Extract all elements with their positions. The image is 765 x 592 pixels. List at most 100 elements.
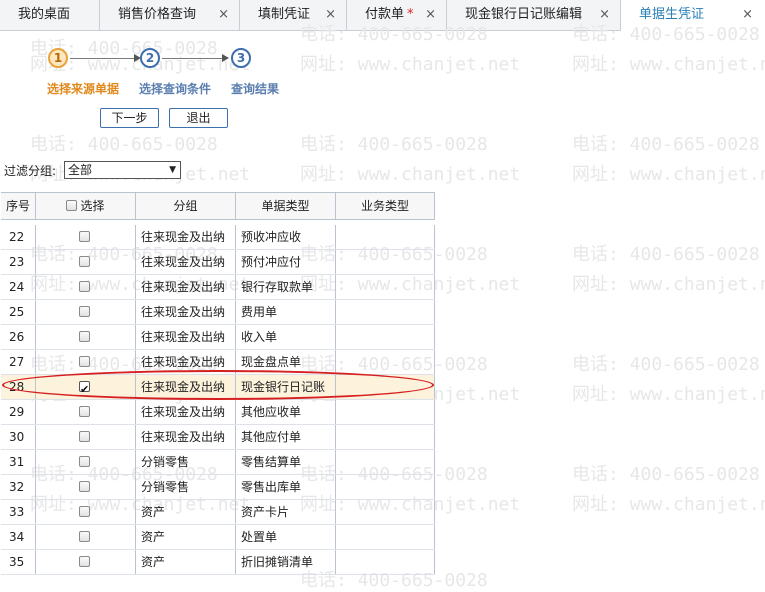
caret-down-icon: ▼ — [169, 165, 176, 175]
table-row[interactable]: 32 分销零售 零售出库单 — [1, 475, 435, 500]
tab-cash-bank-journal-edit[interactable]: 现金银行日记账编辑 × — [447, 0, 621, 30]
row-checkbox[interactable] — [79, 481, 90, 492]
header-select-label: 选择 — [80, 199, 105, 213]
select-cell — [36, 475, 136, 499]
row-doc-type: 预付冲应付 — [236, 250, 336, 274]
row-doc-type: 处置单 — [236, 525, 336, 549]
watermark-phone: 电话: 400-665-0028 — [572, 244, 760, 265]
row-checkbox[interactable] — [79, 356, 90, 367]
watermark-phone: 电话: 400-665-0028 — [572, 354, 760, 375]
tab-bar: 我的桌面 销售价格查询 × 填制凭证 × 付款单 * × 现金银行日记账编辑 × … — [0, 0, 765, 31]
step-1-indicator: 1 — [48, 48, 68, 68]
watermark-site: 网址: www.chanjet.net — [572, 164, 765, 185]
table-row[interactable]: 23 往来现金及出纳 预付冲应付 — [1, 250, 435, 275]
watermark-phone: 电话: 400-665-0028 — [300, 134, 488, 155]
row-group: 往来现金及出纳 — [136, 400, 236, 424]
row-business-type — [336, 550, 435, 574]
table-row[interactable]: 25 往来现金及出纳 费用单 — [1, 300, 435, 325]
grid-header: 序号 选择 分组 单据类型 业务类型 — [1, 192, 435, 220]
row-checkbox[interactable] — [79, 256, 90, 267]
row-group: 往来现金及出纳 — [136, 250, 236, 274]
row-number: 25 — [1, 300, 36, 324]
row-business-type — [336, 500, 435, 524]
select-cell — [36, 375, 136, 399]
next-step-button[interactable]: 下一步 — [100, 108, 159, 128]
tab-payment-slip[interactable]: 付款单 * × — [347, 0, 447, 30]
row-group: 资产 — [136, 500, 236, 524]
select-cell — [36, 350, 136, 374]
row-checkbox[interactable] — [79, 456, 90, 467]
row-number: 28 — [1, 375, 36, 399]
row-checkbox[interactable] — [79, 556, 90, 567]
row-group: 资产 — [136, 525, 236, 549]
row-group: 往来现金及出纳 — [136, 375, 236, 399]
select-cell — [36, 275, 136, 299]
tab-document-to-voucher[interactable]: 单据生凭证 × — [621, 0, 765, 31]
exit-button[interactable]: 退出 — [169, 108, 228, 128]
row-checkbox[interactable] — [79, 506, 90, 517]
table-row[interactable]: 24 往来现金及出纳 银行存取款单 — [1, 275, 435, 300]
row-business-type — [336, 400, 435, 424]
filter-group-select[interactable]: 全部 ▼ — [64, 161, 181, 179]
select-cell — [36, 425, 136, 449]
row-number: 31 — [1, 450, 36, 474]
tab-fill-voucher[interactable]: 填制凭证 × — [240, 0, 347, 30]
row-checkbox[interactable] — [79, 281, 90, 292]
table-row[interactable]: 34 资产 处置单 — [1, 525, 435, 550]
header-business-type: 业务类型 — [336, 193, 435, 219]
row-number: 33 — [1, 500, 36, 524]
close-icon[interactable]: × — [599, 0, 610, 30]
watermark-phone: 电话: 400-665-0028 — [572, 134, 760, 155]
table-row[interactable]: 33 资产 资产卡片 — [1, 500, 435, 525]
header-number: 序号 — [1, 193, 36, 219]
tab-sales-price-query[interactable]: 销售价格查询 × — [100, 0, 240, 30]
tab-label: 我的桌面 — [18, 7, 71, 22]
row-doc-type: 收入单 — [236, 325, 336, 349]
table-row[interactable]: 27 往来现金及出纳 现金盘点单 — [1, 350, 435, 375]
row-business-type — [336, 350, 435, 374]
close-icon[interactable]: × — [325, 0, 336, 30]
row-number: 34 — [1, 525, 36, 549]
select-cell — [36, 550, 136, 574]
row-checkbox[interactable] — [79, 531, 90, 542]
row-group: 分销零售 — [136, 475, 236, 499]
row-checkbox[interactable] — [79, 331, 90, 342]
table-row[interactable]: 35 资产 折旧摊销清单 — [1, 550, 435, 575]
row-business-type — [336, 375, 435, 399]
step-2-indicator: 2 — [140, 48, 160, 68]
select-all-checkbox[interactable] — [66, 200, 78, 211]
row-number: 26 — [1, 325, 36, 349]
tab-label: 付款单 — [365, 7, 405, 22]
row-business-type — [336, 475, 435, 499]
table-row[interactable]: 30 往来现金及出纳 其他应付单 — [1, 425, 435, 450]
row-doc-type: 其他应付单 — [236, 425, 336, 449]
row-number: 24 — [1, 275, 36, 299]
row-checkbox[interactable] — [79, 231, 90, 242]
unsaved-marker: * — [407, 7, 414, 22]
row-checkbox[interactable] — [79, 406, 90, 417]
close-icon[interactable]: × — [218, 0, 229, 30]
row-number: 30 — [1, 425, 36, 449]
row-checkbox[interactable] — [79, 378, 90, 399]
row-doc-type: 其他应收单 — [236, 400, 336, 424]
table-row[interactable]: 31 分销零售 零售结算单 — [1, 450, 435, 475]
select-cell — [36, 500, 136, 524]
tab-my-desktop[interactable]: 我的桌面 — [0, 0, 100, 30]
row-checkbox[interactable] — [79, 306, 90, 317]
row-number: 35 — [1, 550, 36, 574]
table-row[interactable]: 29 往来现金及出纳 其他应收单 — [1, 400, 435, 425]
row-checkbox[interactable] — [79, 431, 90, 442]
watermark-phone: 电话: 400-665-0028 — [30, 134, 218, 155]
close-icon[interactable]: × — [742, 0, 753, 30]
step-connector — [162, 58, 224, 59]
row-number: 23 — [1, 250, 36, 274]
row-business-type — [336, 525, 435, 549]
watermark-phone: 电话: 400-665-0028 — [572, 464, 760, 485]
step-1-label: 选择来源单据 — [47, 82, 120, 96]
table-row[interactable]: 28 往来现金及出纳现金银行日记账 — [1, 375, 435, 400]
select-cell — [36, 450, 136, 474]
row-business-type — [336, 300, 435, 324]
close-icon[interactable]: × — [425, 0, 436, 30]
table-row[interactable]: 26 往来现金及出纳 收入单 — [1, 325, 435, 350]
table-row[interactable]: 22 往来现金及出纳 预收冲应收 — [1, 225, 435, 250]
